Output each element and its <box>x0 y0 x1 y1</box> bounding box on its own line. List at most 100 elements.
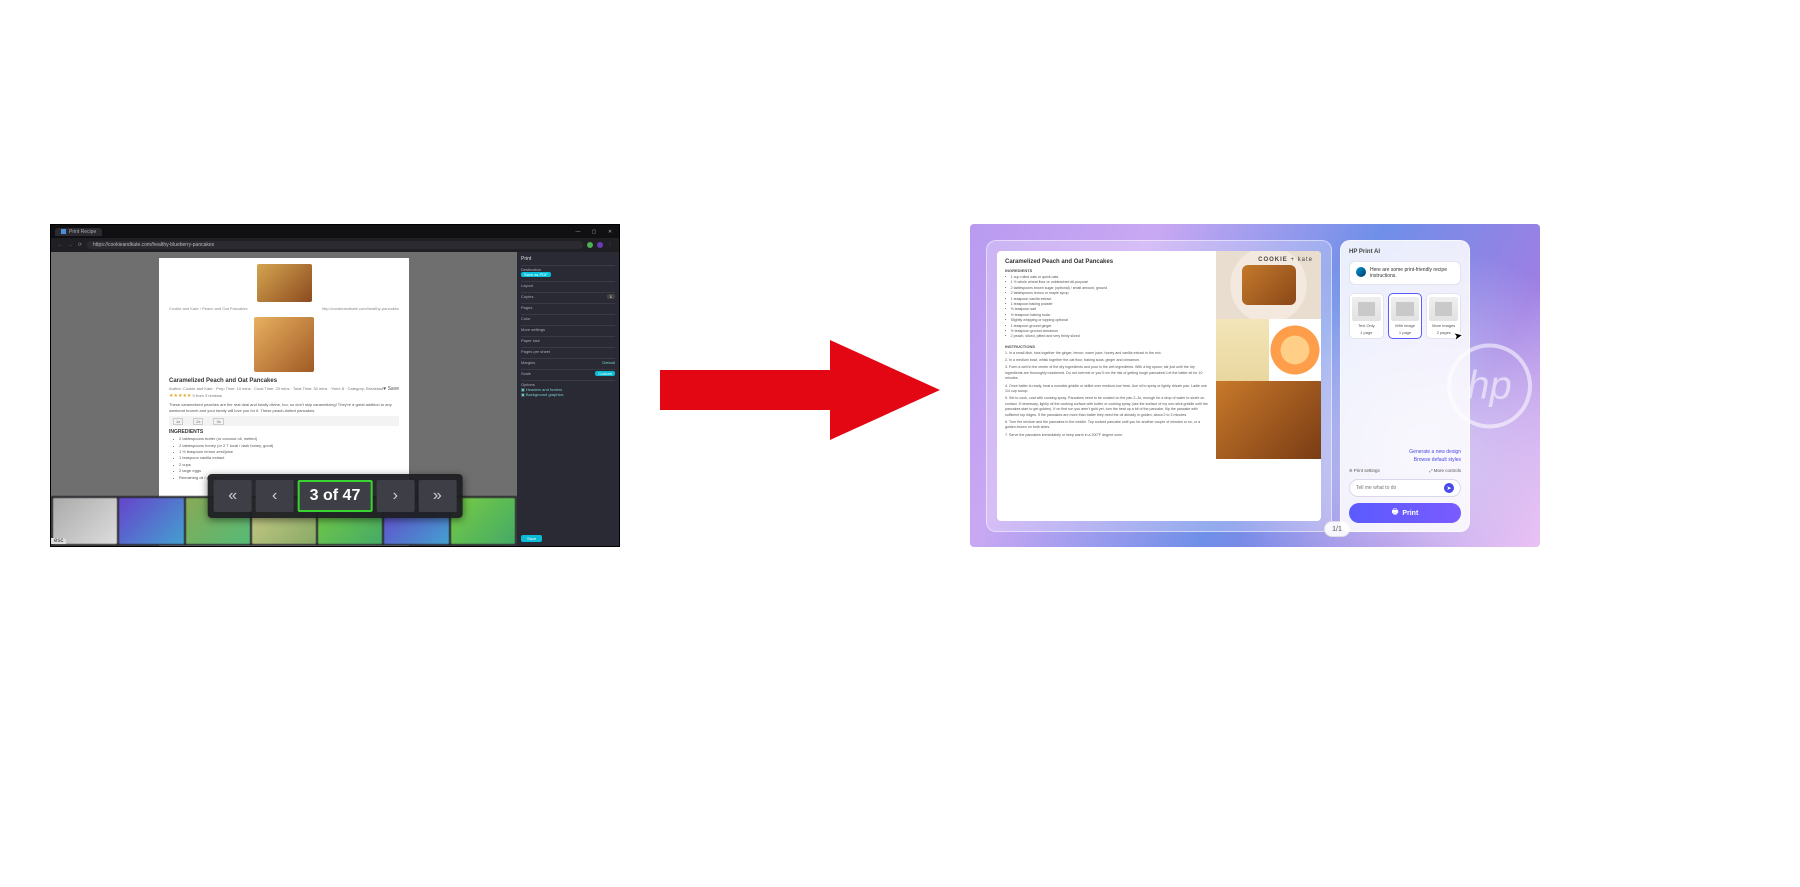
card-title: With image <box>1395 323 1415 328</box>
extension-icon[interactable] <box>587 242 593 248</box>
nav-forward-icon[interactable]: → <box>67 242 73 248</box>
brand-part1: COOKIE <box>1258 257 1288 263</box>
prompt-row: ➤ <box>1349 479 1461 497</box>
instruction-step: Serve the pancakes immediately or keep w… <box>1005 433 1208 438</box>
card-title: More images <box>1432 323 1455 328</box>
browser-tab[interactable]: Print Recipe <box>55 228 102 236</box>
doc-image <box>1216 319 1321 381</box>
cursor-icon: ➤ <box>1453 330 1463 342</box>
card-title: Text Only <box>1358 323 1375 328</box>
card-thumb <box>1429 297 1458 321</box>
page-prev-button[interactable]: ‹ <box>256 480 294 512</box>
right-app-window: hp Caramelized Peach and Oat Pancakes IN… <box>970 224 1540 547</box>
panel-title: Print <box>521 256 615 262</box>
pages-label: Pages <box>521 305 532 310</box>
dest-chip[interactable]: Save as PDF <box>521 272 551 277</box>
favicon <box>61 229 66 234</box>
print-settings-link[interactable]: Print settings <box>1349 468 1380 473</box>
hp-logo-text: hp <box>1467 363 1512 408</box>
opt-bg[interactable]: Background graphics <box>526 392 564 397</box>
url-field[interactable]: https://cookieandkate.com/healthy-bluebe… <box>87 241 583 249</box>
window-minimize[interactable]: — <box>573 229 583 235</box>
left-browser-window: Print Recipe — ▢ ✕ ← → ⟳ https://cookiea… <box>50 224 620 547</box>
ai-message-bubble: Here are some print-friendly recipe inst… <box>1349 261 1461 285</box>
hero-image <box>257 264 312 302</box>
ai-message-text: Here are some print-friendly recipe inst… <box>1370 267 1454 279</box>
menu-icon[interactable]: ⋮ <box>607 242 613 248</box>
brand-part2: + kate <box>1290 257 1313 263</box>
address-bar: ← → ⟳ https://cookieandkate.com/healthy-… <box>51 238 619 252</box>
send-icon[interactable]: ➤ <box>1444 483 1454 493</box>
card-sub: 1 page <box>1360 330 1372 335</box>
esc-label: esc <box>51 538 66 544</box>
link-generate[interactable]: Generate a new design <box>1349 448 1461 456</box>
link-browse[interactable]: Browse default styles <box>1349 456 1461 464</box>
ai-links: Generate a new design Browse default sty… <box>1349 448 1461 464</box>
ai-panel: HP Print AI Here are some print-friendly… <box>1340 240 1470 532</box>
scale-chip[interactable]: Custom <box>595 371 615 376</box>
doc-image <box>1216 381 1321 459</box>
page-last-button[interactable]: » <box>418 480 456 512</box>
window-close[interactable]: ✕ <box>605 229 615 235</box>
window-maximize[interactable]: ▢ <box>589 229 599 235</box>
layout-cards: Text Only 1 page With image 1 page More … <box>1349 293 1461 339</box>
layout-card-with-image[interactable]: With image 1 page <box>1388 293 1423 339</box>
ai-panel-title: HP Print AI <box>1349 249 1461 255</box>
print-label: Print <box>1402 510 1418 517</box>
margins-label: Margins <box>521 360 535 365</box>
instruction-step: Set to cook, coat with cooking spray. Pa… <box>1005 396 1208 418</box>
transition-arrow-icon <box>660 340 940 440</box>
paper-label: Paper size <box>521 338 540 343</box>
instruction-step: Once batter is ready, heat a nonstick gr… <box>1005 384 1208 395</box>
margins-value[interactable]: Default <box>602 360 615 365</box>
scale-3x[interactable]: 3x <box>213 418 223 425</box>
doc-instructions: In a small dish, toss together the ginge… <box>1005 351 1208 438</box>
copies-value[interactable]: 1 <box>607 294 615 299</box>
paginator: « ‹ 3 of 47 › » <box>208 474 463 518</box>
nav-back-icon[interactable]: ← <box>57 242 63 248</box>
nav-reload-icon[interactable]: ⟳ <box>77 242 83 248</box>
doc-ing-label: INGREDIENTS <box>1005 268 1208 273</box>
pps-label: Pages per sheet <box>521 349 550 354</box>
card-sub: 2 pages <box>1437 330 1451 335</box>
rating-label: 5 from 3 reviews <box>193 393 222 398</box>
page-url-small: http://cookieandkate.com/healthy-pancake… <box>322 306 399 311</box>
tab-title: Print Recipe <box>69 229 96 235</box>
instruction-step: In a medium bowl, whisk together the oat… <box>1005 358 1208 363</box>
viewport: Cookie and Kate › Peach and Oat Pancakes… <box>51 252 619 546</box>
star-rating-icon: ★★★★★ <box>169 393 191 399</box>
print-settings-panel: Print Destination Save as PDF Layout Cop… <box>517 252 619 546</box>
page-first-button[interactable]: « <box>214 480 252 512</box>
page-indicator: 3 of 47 <box>298 480 373 512</box>
ingredients-heading: INGREDIENTS <box>169 429 399 435</box>
layout-card-more-images[interactable]: More images 2 pages ➤ <box>1426 293 1461 339</box>
ingredient-item: 2 peach, sliced, pitted and very thinly … <box>1005 334 1208 339</box>
print-button[interactable]: 🖶 Print <box>1349 503 1461 523</box>
doc-ingredients: 1 cup rolled oats or quick oats 1 ½ whol… <box>1005 275 1208 340</box>
scale-1x[interactable]: 1x <box>173 418 183 425</box>
print-icon: 🖶 <box>1392 508 1399 519</box>
prompt-input[interactable] <box>1356 485 1440 491</box>
document-page: Caramelized Peach and Oat Pancakes INGRE… <box>997 251 1321 521</box>
recipe-byline: Author: Cookie and Kate · Prep Time: 10 … <box>169 386 383 391</box>
page-next-button[interactable]: › <box>376 480 414 512</box>
card-sub: 1 page <box>1399 330 1411 335</box>
titlebar: Print Recipe — ▢ ✕ <box>51 225 619 238</box>
scale-2x[interactable]: 2x <box>193 418 203 425</box>
save-button[interactable]: Save <box>521 535 542 542</box>
color-label: Color <box>521 316 531 321</box>
recipe-image <box>254 317 314 372</box>
extension-icon[interactable] <box>597 242 603 248</box>
scale-label: Scale <box>521 371 531 376</box>
instruction-step: Form a well in the center of the dry ing… <box>1005 365 1208 381</box>
breadcrumb: Cookie and Kate › Peach and Oat Pancakes <box>169 306 248 311</box>
scale-row: 1x 2x 3x <box>169 416 399 426</box>
save-heart[interactable]: ♥ Save <box>383 386 399 392</box>
layout-card-text-only[interactable]: Text Only 1 page <box>1349 293 1384 339</box>
recipe-title: Caramelized Peach and Oat Pancakes <box>169 378 399 384</box>
more-settings-label[interactable]: More settings <box>521 327 545 332</box>
more-controls-link[interactable]: More controls <box>1429 468 1461 473</box>
thumb[interactable] <box>119 498 183 544</box>
card-thumb <box>1391 297 1420 321</box>
doc-image-column <box>1216 251 1321 521</box>
